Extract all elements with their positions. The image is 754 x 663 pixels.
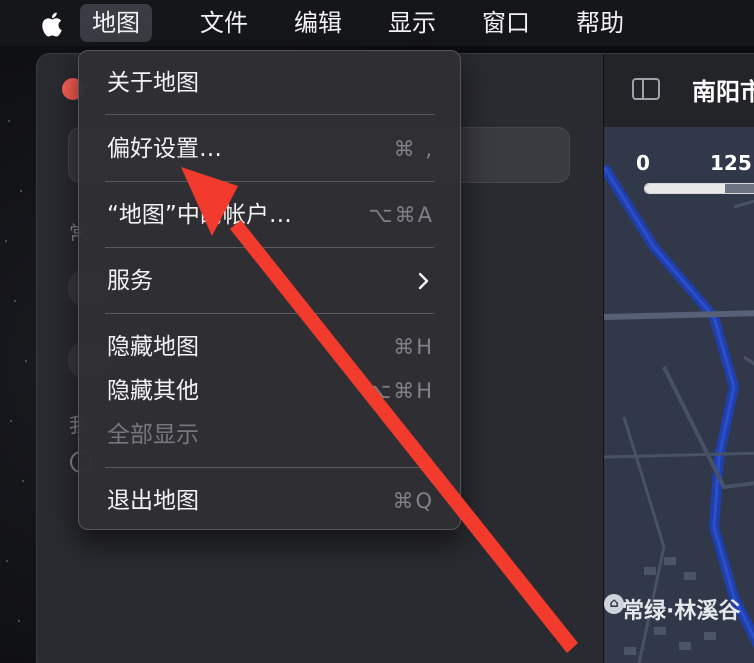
menu-separator: [105, 247, 434, 248]
menu-separator: [105, 313, 434, 314]
map-location-title: 南阳市: [692, 78, 754, 106]
menu-item-show-all: 全部显示: [107, 422, 199, 448]
menu-item-about[interactable]: 关于地图: [107, 65, 434, 101]
menu-maps[interactable]: 地图: [80, 4, 152, 42]
map-roads: [604, 164, 754, 663]
menu-view[interactable]: 显示: [376, 4, 448, 42]
poi-marker-icon[interactable]: ⌂: [604, 594, 624, 614]
maps-app-menu: 关于地图 偏好设置… ⌘ , “地图”中的帐户… ⌥⌘A 服务 隐藏地图 ⌘H …: [78, 50, 461, 530]
shortcut-label: ⌥⌘H: [367, 379, 434, 403]
menu-edit[interactable]: 编辑: [282, 4, 354, 42]
menu-item-services[interactable]: 服务: [107, 263, 434, 299]
poi-label[interactable]: 常绿·林溪谷: [622, 593, 740, 625]
menu-separator: [105, 467, 434, 468]
scale-label-start: 0: [636, 151, 650, 175]
menu-item-accounts[interactable]: “地图”中的帐户… ⌥⌘A: [107, 197, 434, 233]
menu-item-hide-others[interactable]: 隐藏其他 ⌥⌘H: [107, 373, 434, 409]
menu-help[interactable]: 帮助: [564, 4, 636, 42]
chevron-right-icon: [418, 272, 429, 290]
sidebar-toggle-icon[interactable]: [632, 78, 660, 100]
map-scale-bar: [644, 183, 754, 194]
shortcut-label: ⌘Q: [392, 489, 434, 513]
shortcut-label: ⌘H: [393, 335, 434, 359]
menu-file[interactable]: 文件: [188, 4, 260, 42]
screen: 常 我 南阳市: [0, 0, 754, 663]
menu-window[interactable]: 窗口: [470, 4, 542, 42]
menu-item-preferences[interactable]: 偏好设置… ⌘ ,: [107, 131, 434, 167]
menu-separator: [105, 181, 434, 182]
menu-item-quit[interactable]: 退出地图 ⌘Q: [107, 483, 434, 519]
scale-label-mid: 125: [710, 151, 752, 175]
shortcut-label: ⌘ ,: [393, 137, 434, 161]
apple-logo-icon[interactable]: [38, 9, 68, 39]
menu-separator: [105, 114, 434, 115]
shortcut-label: ⌥⌘A: [368, 203, 434, 227]
menu-bar: 地图 文件 编辑 显示 窗口 帮助: [0, 0, 754, 46]
map-view[interactable]: 0 125 ⌂ 常绿·林溪谷: [603, 127, 754, 663]
map-toolbar: 南阳市: [603, 54, 754, 127]
menu-item-hide-maps[interactable]: 隐藏地图 ⌘H: [107, 329, 434, 365]
